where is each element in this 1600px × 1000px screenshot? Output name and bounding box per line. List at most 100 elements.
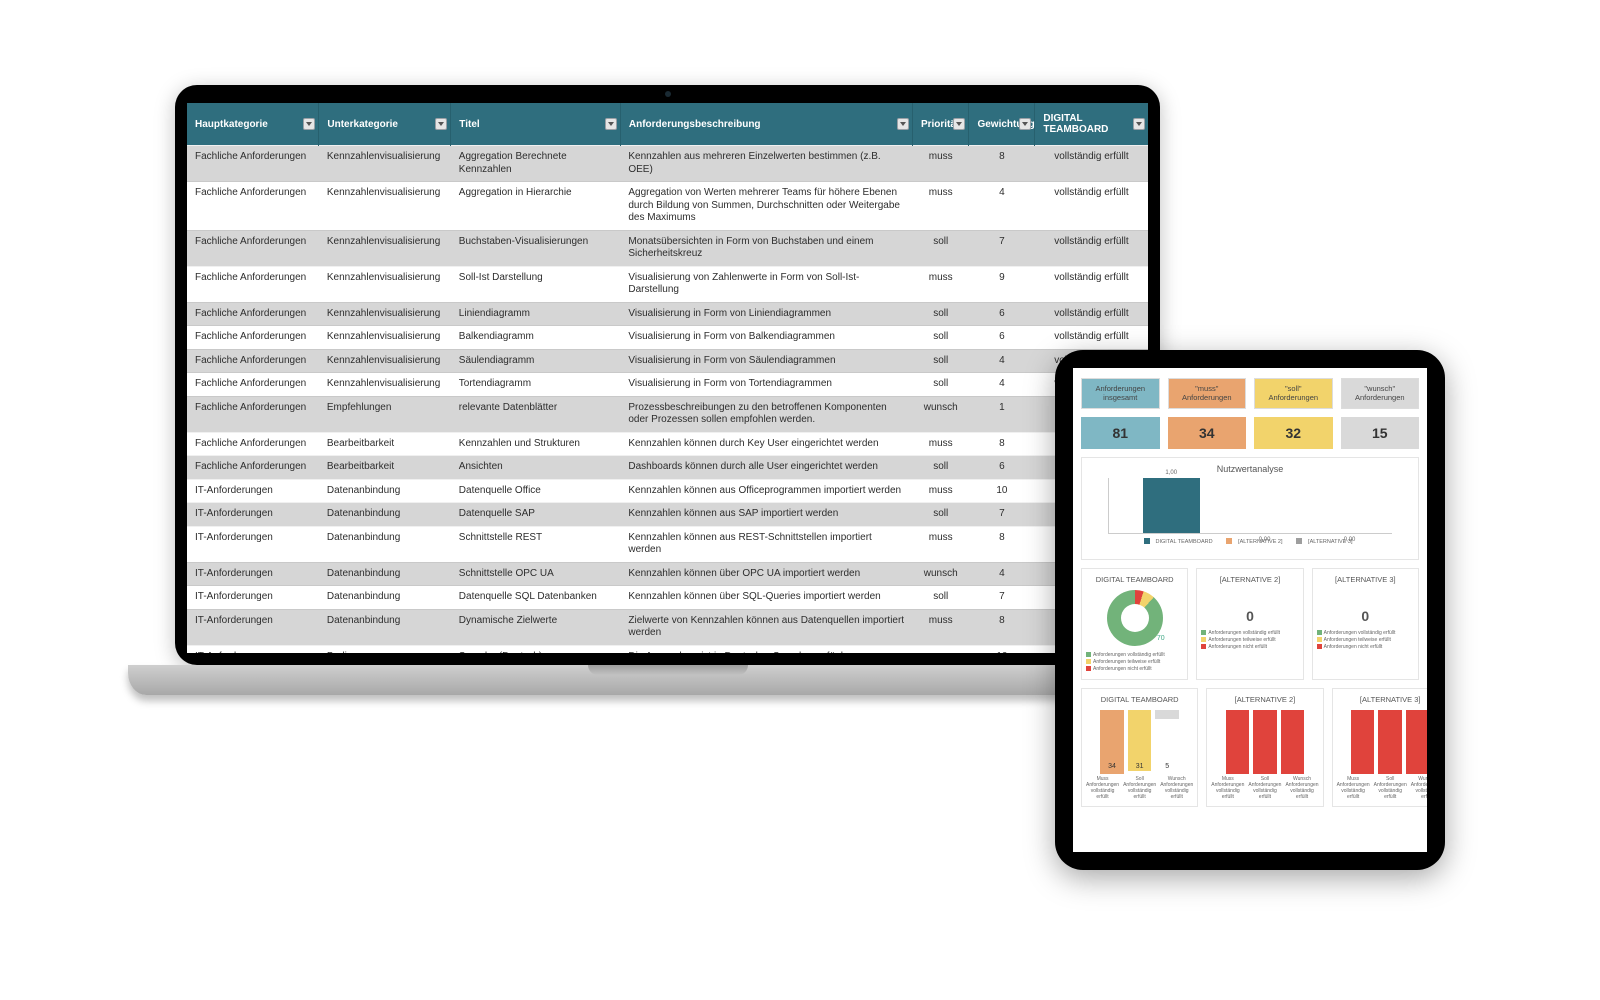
cell: Datenanbindung (319, 503, 451, 527)
summary-card[interactable]: "wunsch" Anforderungen (1341, 378, 1420, 409)
cell: Fachliche Anforderungen (187, 432, 319, 456)
cell: Empfehlungen (319, 396, 451, 432)
table-row[interactable]: Fachliche AnforderungenKennzahlenvisuali… (187, 326, 1148, 350)
col-header-6[interactable]: DIGITAL TEAMBOARD (1035, 103, 1148, 146)
cell: muss (912, 182, 969, 231)
cell: Ansichten (451, 456, 621, 480)
table-row[interactable]: Fachliche AnforderungenEmpfehlungenrelev… (187, 396, 1148, 432)
filter-icon[interactable] (1019, 118, 1031, 130)
mini-bar-chart (1337, 710, 1427, 774)
cell: Kennzahlenvisualisierung (319, 326, 451, 350)
summary-card[interactable]: "soll" Anforderungen (1254, 378, 1333, 409)
cell: 7 (969, 586, 1035, 610)
cell: muss (912, 526, 969, 562)
cell: 4 (969, 373, 1035, 397)
cell: Sprache (Deutsch) (451, 645, 621, 653)
table-row[interactable]: Fachliche AnforderungenKennzahlenvisuali… (187, 373, 1148, 397)
table-row[interactable]: Fachliche AnforderungenKennzahlenvisuali… (187, 230, 1148, 266)
cell: Dashboards können durch alle User einger… (620, 456, 912, 480)
filter-icon[interactable] (1133, 118, 1145, 130)
donut-legend: Anforderungen vollständig erfülltAnforde… (1317, 630, 1414, 651)
cell: Kennzahlenvisualisierung (319, 182, 451, 231)
cell: Fachliche Anforderungen (187, 230, 319, 266)
donut-chart: 70 (1107, 590, 1163, 646)
cell: 4 (969, 182, 1035, 231)
cell: muss (912, 645, 969, 653)
axis-labels: Muss Anforderungen vollständig erfülltSo… (1086, 776, 1193, 800)
col-header-1[interactable]: Unterkategorie (319, 103, 451, 146)
table-row[interactable]: Fachliche AnforderungenBearbeitbarkeitAn… (187, 456, 1148, 480)
cell: Kennzahlen und Strukturen (451, 432, 621, 456)
table-row[interactable]: Fachliche AnforderungenBearbeitbarkeitKe… (187, 432, 1148, 456)
cell: Kennzahlen können aus SAP importiert wer… (620, 503, 912, 527)
cell: Fachliche Anforderungen (187, 396, 319, 432)
cell: soll (912, 503, 969, 527)
summary-card[interactable]: "muss" Anforderungen (1168, 378, 1247, 409)
laptop-notch (603, 85, 733, 101)
cell: Kennzahlen aus mehreren Einzelwerten bes… (620, 146, 912, 182)
cell: vollständig erfüllt (1035, 302, 1148, 326)
cell: IT-Anforderungen (187, 562, 319, 586)
cell: muss (912, 146, 969, 182)
cell: Kennzahlen können über OPC UA importiert… (620, 562, 912, 586)
summary-card[interactable]: Anforderungen insgesamt (1081, 378, 1160, 409)
cell: IT-Anforderungen (187, 586, 319, 610)
col-header-3[interactable]: Anforderungsbeschreibung (620, 103, 912, 146)
requirements-table: HauptkategorieUnterkategorieTitelAnforde… (187, 103, 1148, 653)
table-row[interactable]: IT-AnforderungenDatenanbindungSchnittste… (187, 526, 1148, 562)
cell: 10 (969, 645, 1035, 653)
cell: Visualisierung in Form von Balkendiagram… (620, 326, 912, 350)
cell: 4 (969, 562, 1035, 586)
bars-panel: [ALTERNATIVE 2]Muss Anforderungen vollst… (1206, 688, 1323, 807)
cell: 6 (969, 456, 1035, 480)
table-row[interactable]: IT-AnforderungenDatenanbindungDatenquell… (187, 586, 1148, 610)
col-header-4[interactable]: Priorität (912, 103, 969, 146)
cell: 1 (969, 396, 1035, 432)
cell: IT-Anforderungen (187, 645, 319, 653)
mini-bar-chart (1211, 710, 1318, 774)
summary-count: 34 (1168, 417, 1247, 449)
table-row[interactable]: Fachliche AnforderungenKennzahlenvisuali… (187, 266, 1148, 302)
table-row[interactable]: IT-AnforderungenBedienungSprache (Deutsc… (187, 645, 1148, 653)
filter-icon[interactable] (897, 118, 909, 130)
col-header-5[interactable]: Gewichtung (969, 103, 1035, 146)
cell: soll (912, 586, 969, 610)
table-row[interactable]: Fachliche AnforderungenKennzahlenvisuali… (187, 182, 1148, 231)
table-row[interactable]: IT-AnforderungenDatenanbindungDatenquell… (187, 479, 1148, 503)
cell: 6 (969, 302, 1035, 326)
table-row[interactable]: IT-AnforderungenDatenanbindungSchnittste… (187, 562, 1148, 586)
cell: wunsch (912, 562, 969, 586)
cell: soll (912, 302, 969, 326)
cell: Prozessbeschreibungen zu den betroffenen… (620, 396, 912, 432)
cell: Aggregation in Hierarchie (451, 182, 621, 231)
filter-icon[interactable] (953, 118, 965, 130)
table-row[interactable]: Fachliche AnforderungenKennzahlenvisuali… (187, 146, 1148, 182)
cell: Balkendiagramm (451, 326, 621, 350)
analysis-bar-1 (1143, 478, 1200, 533)
cell: Fachliche Anforderungen (187, 266, 319, 302)
table-row[interactable]: IT-AnforderungenDatenanbindungDatenquell… (187, 503, 1148, 527)
filter-icon[interactable] (435, 118, 447, 130)
cell: 8 (969, 146, 1035, 182)
cell: Kennzahlenvisualisierung (319, 266, 451, 302)
cell: Kennzahlen können durch Key User eingeri… (620, 432, 912, 456)
table-row[interactable]: Fachliche AnforderungenKennzahlenvisuali… (187, 349, 1148, 373)
donut-legend: Anforderungen vollständig erfülltAnforde… (1086, 652, 1183, 673)
col-header-2[interactable]: Titel (451, 103, 621, 146)
filter-icon[interactable] (605, 118, 617, 130)
cell: Fachliche Anforderungen (187, 146, 319, 182)
col-header-0[interactable]: Hauptkategorie (187, 103, 319, 146)
filter-icon[interactable] (303, 118, 315, 130)
cell: Tortendiagramm (451, 373, 621, 397)
panel-title: DIGITAL TEAMBOARD (1101, 695, 1179, 704)
cell: Bearbeitbarkeit (319, 456, 451, 480)
axis-labels: Muss Anforderungen vollständig erfülltSo… (1337, 776, 1427, 800)
panel-title: DIGITAL TEAMBOARD (1096, 575, 1174, 584)
cell: Bedienung (319, 645, 451, 653)
cell: Liniendiagramm (451, 302, 621, 326)
cell: soll (912, 456, 969, 480)
cell: Säulendiagramm (451, 349, 621, 373)
table-row[interactable]: Fachliche AnforderungenKennzahlenvisuali… (187, 302, 1148, 326)
axis-labels: Muss Anforderungen vollständig erfülltSo… (1211, 776, 1318, 800)
table-row[interactable]: IT-AnforderungenDatenanbindungDynamische… (187, 609, 1148, 645)
